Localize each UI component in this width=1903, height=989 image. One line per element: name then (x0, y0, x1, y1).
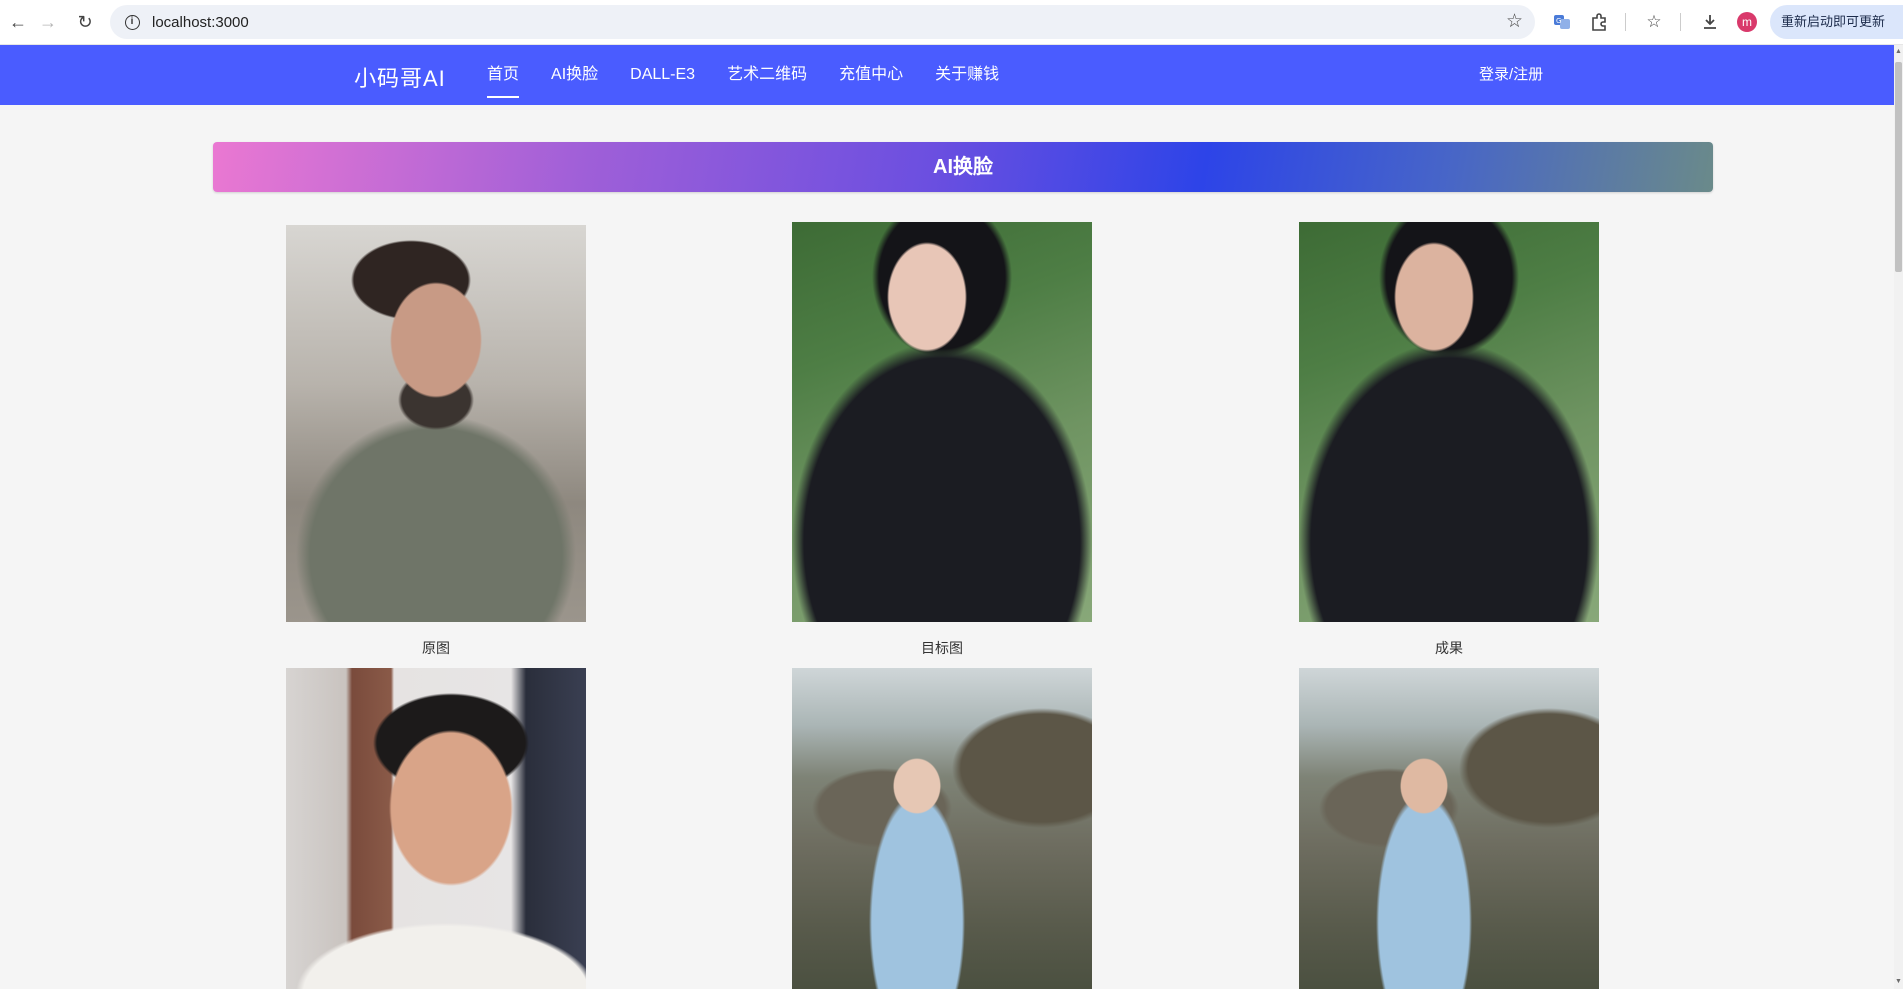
main-content: AI换脸 原图 目标图 成果 (0, 105, 1894, 989)
result-photo-1[interactable] (1299, 222, 1599, 622)
profile-avatar[interactable]: m (1737, 12, 1757, 32)
caption-original: 原图 (422, 640, 450, 656)
target-photo-2[interactable] (792, 668, 1092, 989)
browser-toolbar: ← → ↻ i localhost:3000 ☆ G ☆ m 重新启动即可更新 (0, 0, 1903, 45)
address-bar[interactable]: i localhost:3000 ☆ (110, 5, 1535, 39)
target-photo-1[interactable] (792, 222, 1092, 622)
result-photo-2[interactable] (1299, 668, 1599, 989)
update-button[interactable]: 重新启动即可更新 (1770, 5, 1903, 39)
menu-item-recharge[interactable]: 充值中心 (839, 45, 903, 105)
toolbar-divider (1680, 13, 1681, 31)
menu-item-dalle3[interactable]: DALL-E3 (630, 45, 695, 105)
caption-target: 目标图 (921, 640, 963, 656)
app-navbar: 小码哥AI 首页 AI换脸 DALL-E3 艺术二维码 充值中心 关于赚钱 登录… (0, 45, 1894, 105)
translate-icon[interactable]: G (1549, 9, 1575, 35)
info-icon[interactable]: i (116, 14, 148, 30)
reload-icon[interactable]: ↻ (67, 4, 103, 40)
page-scrollbar[interactable]: ▲ ▼ (1894, 45, 1903, 989)
scroll-up-icon[interactable]: ▲ (1895, 47, 1902, 57)
section-banner: AI换脸 (213, 142, 1713, 192)
extensions-icon[interactable] (1586, 9, 1612, 35)
brand-logo[interactable]: 小码哥AI (354, 61, 446, 93)
scroll-thumb[interactable] (1895, 62, 1902, 272)
toolbar-divider (1625, 13, 1626, 31)
menu-item-home[interactable]: 首页 (487, 45, 520, 105)
menu-item-art-qrcode[interactable]: 艺术二维码 (727, 45, 807, 105)
svg-text:G: G (1556, 17, 1561, 25)
scroll-down-icon[interactable]: ▼ (1895, 977, 1902, 987)
bookmark-star-icon[interactable]: ☆ (1506, 10, 1523, 33)
forward-icon[interactable]: → (30, 4, 66, 40)
main-menu: 首页 AI换脸 DALL-E3 艺术二维码 充值中心 关于赚钱 (487, 45, 1031, 105)
menu-item-ai-faceswap[interactable]: AI换脸 (551, 45, 598, 105)
original-photo-1[interactable] (286, 225, 586, 622)
url-text[interactable]: localhost:3000 (152, 14, 249, 31)
download-icon[interactable] (1697, 9, 1723, 35)
caption-result: 成果 (1435, 640, 1463, 656)
login-register-link[interactable]: 登录/注册 (1479, 45, 1543, 105)
bookmarks-icon[interactable]: ☆ (1641, 9, 1667, 35)
menu-item-about-earning[interactable]: 关于赚钱 (935, 45, 999, 105)
original-photo-2[interactable] (286, 668, 586, 989)
